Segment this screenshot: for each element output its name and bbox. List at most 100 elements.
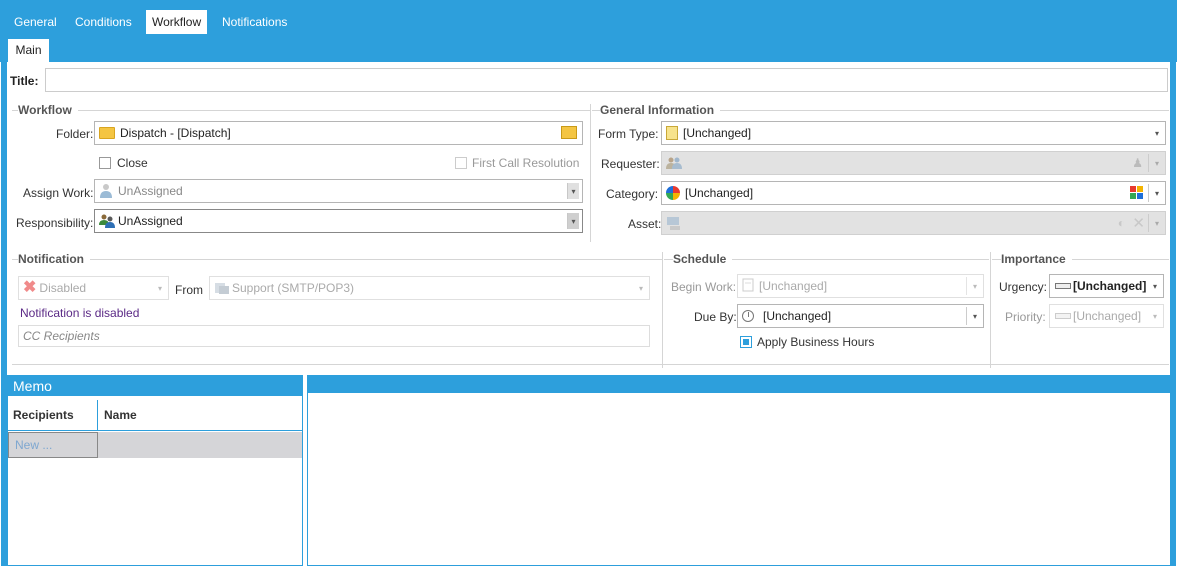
name-column-header[interactable]: Name (104, 400, 137, 431)
form-icon (666, 126, 678, 140)
user-icon (99, 183, 113, 199)
assign-work-value: UnAssigned (118, 184, 183, 198)
due-by-value: [Unchanged] (763, 309, 832, 323)
chevron-down-icon[interactable]: ▾ (1147, 305, 1163, 327)
chevron-down-icon[interactable]: ▾ (1149, 212, 1165, 234)
people-icon (666, 155, 682, 171)
chevron-down-icon[interactable]: ▾ (1147, 275, 1163, 297)
vertical-divider (662, 252, 663, 368)
apply-business-hours-label: Apply Business Hours (757, 335, 875, 349)
urgency-value: [Unchanged] (1073, 279, 1147, 293)
computer-icon (666, 215, 682, 231)
category-dropdown[interactable]: [Unchanged] ▾ (661, 181, 1166, 205)
folder-label: Folder: (56, 127, 94, 141)
open-folder-icon[interactable] (561, 126, 577, 139)
workflow-section-title: Workflow (18, 103, 78, 117)
chevron-down-icon[interactable]: ▾ (1149, 122, 1165, 144)
title-label: Title: (10, 74, 39, 88)
notification-section-title: Notification (18, 252, 90, 266)
calendar-icon (742, 278, 754, 294)
category-pie-icon (666, 186, 680, 200)
close-label: Close (117, 156, 148, 170)
cc-recipients-input[interactable]: CC Recipients (18, 325, 650, 347)
cc-recipients-placeholder: CC Recipients (23, 329, 100, 343)
folder-value: Dispatch - [Dispatch] (120, 126, 231, 140)
due-by-dropdown[interactable]: [Unchanged] ▾ (737, 304, 984, 328)
first-call-resolution-label: First Call Resolution (472, 156, 580, 170)
chevron-down-icon[interactable]: ▾ (1149, 182, 1165, 204)
notification-status-value: Disabled (39, 281, 87, 295)
new-recipient-cell[interactable]: New ... (8, 432, 98, 458)
chevron-down-icon[interactable]: ▾ (567, 213, 579, 229)
requester-label: Requester: (601, 157, 660, 171)
priority-value: [Unchanged] (1073, 309, 1142, 323)
priority-bar-icon (1055, 313, 1071, 319)
vertical-divider (990, 252, 991, 368)
schedule-section-title: Schedule (673, 252, 733, 266)
subtab-main[interactable]: Main (8, 39, 49, 62)
folder-icon (99, 127, 115, 139)
title-input[interactable] (45, 68, 1168, 92)
urgency-dropdown[interactable]: [Unchanged] ▾ (1049, 274, 1164, 298)
tab-notifications[interactable]: Notifications (216, 10, 293, 34)
notification-status-dropdown[interactable]: ✖ Disabled ▾ (18, 276, 169, 300)
tab-general[interactable]: General (8, 10, 63, 34)
chevron-down-icon[interactable]: ▾ (152, 277, 168, 299)
clock-icon (742, 310, 754, 322)
begin-work-value: [Unchanged] (759, 279, 828, 293)
person-lookup-icon[interactable]: ♟ (1132, 156, 1143, 170)
memo-title: Memo (8, 376, 302, 396)
requester-field[interactable]: ♟ ▾ (661, 151, 1166, 175)
due-by-label: Due By: (694, 310, 737, 324)
chevron-down-icon[interactable]: ▾ (967, 275, 983, 297)
mail-server-icon (214, 280, 230, 296)
general-info-section-title: General Information (600, 103, 721, 117)
priority-label: Priority: (1005, 310, 1046, 324)
category-label: Category: (606, 187, 659, 201)
responsibility-dropdown[interactable]: UnAssigned ▾ (94, 209, 583, 233)
responsibility-value: UnAssigned (118, 214, 183, 228)
memo-content-header (308, 376, 1170, 393)
table-row[interactable]: New ... (8, 432, 302, 458)
notification-disabled-message: Notification is disabled (20, 306, 140, 320)
form-type-dropdown[interactable]: [Unchanged] ▾ (661, 121, 1166, 145)
tab-workflow[interactable]: Workflow (146, 10, 208, 34)
top-tab-bar: General Conditions Workflow Notification… (0, 0, 1177, 62)
bottom-divider (12, 364, 1169, 365)
apply-business-hours-checkbox[interactable] (740, 336, 752, 348)
recipients-column-header[interactable]: Recipients (13, 400, 74, 431)
category-value: [Unchanged] (685, 186, 754, 200)
memo-content-panel[interactable] (307, 375, 1171, 566)
asset-lookup-icon[interactable]: ◐ (1118, 216, 1125, 230)
notification-divider (12, 259, 662, 260)
priority-dropdown[interactable]: [Unchanged] ▾ (1049, 304, 1164, 328)
begin-work-dropdown[interactable]: [Unchanged] ▾ (737, 274, 984, 298)
chevron-down-icon[interactable]: ▾ (967, 305, 983, 327)
assign-work-dropdown[interactable]: UnAssigned ▾ (94, 179, 583, 203)
memo-panel: Memo Recipients Name New ... (7, 375, 303, 566)
asset-label: Asset: (628, 217, 662, 231)
importance-section-title: Importance (1001, 252, 1072, 266)
from-value: Support (SMTP/POP3) (232, 281, 355, 295)
chevron-down-icon[interactable]: ▾ (1149, 152, 1165, 174)
assign-work-label: Assign Work: (23, 186, 94, 200)
disabled-x-icon: ✖ (23, 279, 37, 296)
category-browse-icon[interactable] (1130, 186, 1144, 200)
form-type-label: Form Type: (598, 127, 659, 141)
chevron-down-icon[interactable]: ▾ (633, 277, 649, 299)
asset-field[interactable]: ◐ ✕ ▾ (661, 211, 1166, 235)
close-checkbox[interactable] (99, 157, 111, 169)
from-label: From (175, 283, 203, 297)
chevron-down-icon[interactable]: ▾ (567, 183, 579, 199)
folder-field[interactable]: Dispatch - [Dispatch] (94, 121, 583, 145)
tab-conditions[interactable]: Conditions (69, 10, 138, 34)
responsibility-label: Responsibility: (16, 216, 94, 230)
form-type-value: [Unchanged] (683, 126, 752, 140)
begin-work-label: Begin Work: (671, 280, 737, 294)
urgency-bar-icon (1055, 283, 1071, 289)
memo-column-header: Recipients Name (8, 400, 302, 431)
vertical-divider (590, 104, 591, 242)
from-dropdown[interactable]: Support (SMTP/POP3) ▾ (209, 276, 650, 300)
first-call-resolution-checkbox[interactable] (455, 157, 467, 169)
clear-icon[interactable]: ✕ (1132, 214, 1145, 232)
